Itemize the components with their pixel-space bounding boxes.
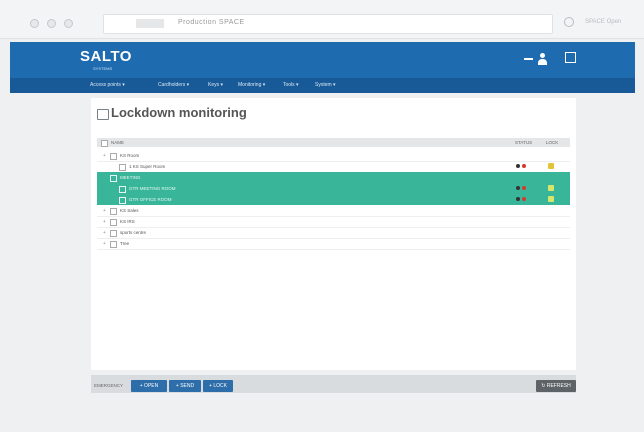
row-checkbox[interactable]	[119, 197, 126, 204]
maximize-window-icon[interactable]	[64, 19, 73, 28]
page-title: Lockdown monitoring	[111, 105, 247, 120]
minus-icon[interactable]	[524, 58, 533, 60]
nav-system[interactable]: System ▾	[315, 82, 336, 88]
row-checkbox[interactable]	[110, 175, 117, 182]
browser-chrome: Production SPACE SPACE Open	[0, 0, 644, 39]
nav-cardholders[interactable]: Cardholders ▾	[158, 82, 189, 88]
nav-keys[interactable]: Keys ▾	[208, 82, 223, 88]
status-online-icon	[516, 186, 520, 190]
status-alert-icon	[522, 186, 526, 190]
nav-access-points[interactable]: Access points ▾	[90, 82, 125, 88]
browser-profile-label[interactable]: SPACE Open	[585, 19, 621, 25]
logout-icon[interactable]	[565, 52, 576, 63]
row-label: KS Room	[120, 153, 140, 158]
gear-icon[interactable]	[564, 17, 574, 27]
column-name: NAME	[111, 140, 125, 145]
row-label: KS IRS	[120, 219, 135, 224]
table-row[interactable]: GTR MEETING ROOM	[97, 183, 570, 194]
expand-toggle[interactable]: +	[103, 208, 106, 214]
row-checkbox[interactable]	[110, 230, 117, 237]
close-window-icon[interactable]	[30, 19, 39, 28]
row-checkbox[interactable]	[110, 241, 117, 248]
column-status: STATUS	[515, 140, 533, 145]
column-lock: LOCK	[546, 140, 559, 145]
minimize-window-icon[interactable]	[47, 19, 56, 28]
lockdown-icon	[97, 109, 109, 120]
row-checkbox[interactable]	[110, 153, 117, 160]
lock-icon[interactable]	[548, 163, 554, 169]
expand-toggle[interactable]: +	[103, 219, 106, 225]
user-icon[interactable]	[538, 53, 547, 66]
row-label: Tree	[120, 241, 130, 246]
emergency-lock-button[interactable]: + LOCK	[203, 380, 233, 392]
row-label: sports centre	[120, 230, 147, 235]
status-online-icon	[516, 164, 520, 168]
row-checkbox[interactable]	[110, 219, 117, 226]
table-row[interactable]: + Tree	[97, 238, 570, 250]
window-controls	[30, 19, 73, 28]
table-header: NAME STATUS LOCK	[97, 138, 570, 147]
status-online-icon	[516, 197, 520, 201]
emergency-label: EMERGENCY	[94, 383, 124, 388]
nav-tools[interactable]: Tools ▾	[283, 82, 299, 88]
row-checkbox[interactable]	[110, 208, 117, 215]
address-bar[interactable]: Production SPACE	[103, 14, 553, 34]
row-checkbox[interactable]	[119, 186, 126, 193]
expand-toggle[interactable]: +	[103, 153, 106, 159]
status-alert-icon	[522, 197, 526, 201]
refresh-button[interactable]: ↻ REFRESH	[536, 380, 576, 392]
expand-toggle[interactable]: +	[103, 241, 106, 247]
logo-subtitle: SYSTEMS	[93, 66, 113, 71]
app-header: SALTO SYSTEMS	[10, 42, 635, 78]
row-label: KS Sales	[120, 208, 139, 213]
main-nav: Access points ▾ Cardholders ▾ Keys ▾ Mon…	[10, 78, 635, 93]
secure-chip	[136, 19, 164, 28]
row-label: 1 KS Super Room	[129, 164, 166, 169]
salto-logo: SALTO	[80, 48, 132, 65]
table-row[interactable]: - MEETING	[97, 172, 570, 183]
table-row[interactable]: GTR OFFICE ROOM	[97, 194, 570, 205]
emergency-open-button[interactable]: + OPEN	[131, 380, 167, 392]
select-all-checkbox[interactable]	[101, 140, 108, 147]
expand-toggle[interactable]: -	[103, 175, 105, 181]
row-label: MEETING	[120, 175, 141, 180]
nav-monitoring[interactable]: Monitoring ▾	[238, 82, 265, 88]
row-label: GTR OFFICE ROOM	[129, 197, 172, 202]
url-text: Production SPACE	[178, 19, 245, 26]
expand-toggle[interactable]: +	[103, 230, 106, 236]
row-label: GTR MEETING ROOM	[129, 186, 176, 191]
emergency-send-button[interactable]: + SEND	[169, 380, 201, 392]
lock-icon[interactable]	[548, 185, 554, 191]
row-checkbox[interactable]	[119, 164, 126, 171]
lock-icon[interactable]	[548, 196, 554, 202]
status-alert-icon	[522, 164, 526, 168]
